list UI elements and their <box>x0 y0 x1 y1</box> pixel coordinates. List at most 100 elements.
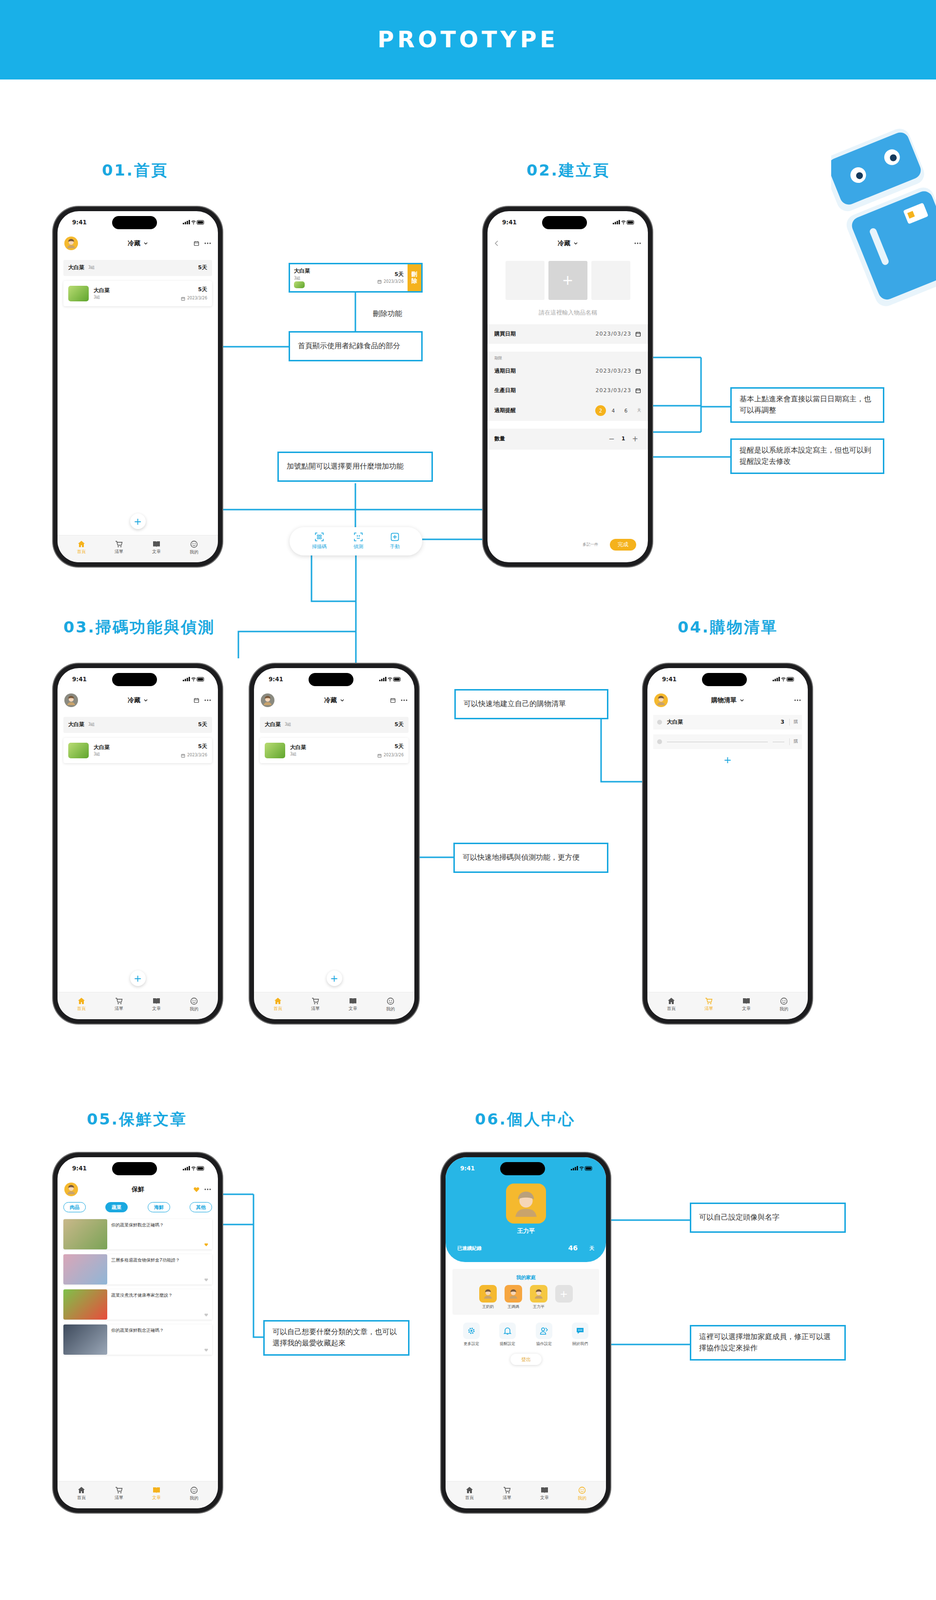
add-button[interactable]: + <box>130 970 146 986</box>
delete-button[interactable]: 刪除 <box>407 264 422 292</box>
date-field[interactable]: 生產日期2023/03/23 <box>487 380 648 401</box>
header-title[interactable]: 購物清單 <box>711 695 745 705</box>
article-card[interactable]: 三層多格週蔬食物保鮮盒7功能證？ <box>63 1253 213 1285</box>
header-title[interactable]: 冷藏 <box>324 695 345 705</box>
tab-item[interactable]: 清單 <box>114 1485 124 1502</box>
article-photo <box>63 1288 108 1320</box>
tab-item[interactable]: 文章 <box>152 540 161 556</box>
settings-item[interactable]: 提醒設定 <box>499 1322 516 1347</box>
buy-button[interactable]: 購 <box>789 738 802 745</box>
tab-item[interactable]: 清單 <box>704 996 714 1013</box>
date-field[interactable]: 過期日期2023/03/23 <box>487 361 648 381</box>
user-avatar[interactable] <box>260 693 275 707</box>
tab-item[interactable]: 我的 <box>189 1485 199 1502</box>
heart-icon[interactable] <box>204 1347 209 1352</box>
tab-item[interactable]: 清單 <box>502 1485 512 1502</box>
favorites-heart-icon[interactable] <box>193 1186 200 1192</box>
tab-item[interactable]: 首頁 <box>273 996 283 1013</box>
name-input-line[interactable] <box>666 741 768 742</box>
logout-button[interactable]: 登出 <box>510 1353 542 1365</box>
tab-item[interactable]: 我的 <box>577 1485 587 1502</box>
article-card[interactable]: 你的蔬菜保鮮觀念正確嗎？ <box>63 1324 213 1355</box>
row-checkbox[interactable] <box>657 739 663 744</box>
heart-icon[interactable] <box>204 1277 209 1282</box>
food-card[interactable]: 大白菜3組5天2023/3/26 <box>63 280 213 307</box>
add-photo-button[interactable]: + <box>548 260 588 300</box>
item-name-input[interactable] <box>487 307 648 318</box>
header-title[interactable]: 冷藏 <box>127 238 149 249</box>
category-pill[interactable]: 蔬菜 <box>105 1201 128 1212</box>
header-title[interactable]: 保鮮 <box>131 1184 145 1194</box>
add-member-button[interactable]: + <box>555 1284 573 1303</box>
category-pill[interactable]: 其他 <box>189 1201 213 1212</box>
heart-icon[interactable] <box>204 1242 209 1247</box>
quantity-input-line[interactable] <box>772 741 785 742</box>
section-title: 03.掃碼功能與偵測 <box>63 615 215 639</box>
family-member[interactable]: 王媽媽 <box>504 1284 523 1310</box>
tab-item[interactable]: 文章 <box>540 1485 549 1502</box>
reminder-option[interactable]: 6 <box>620 405 632 416</box>
profile-name[interactable]: 王力平 <box>445 1226 606 1235</box>
heart-icon[interactable] <box>204 1312 209 1317</box>
photo-slot[interactable] <box>591 260 631 300</box>
tab-item[interactable]: 清單 <box>311 996 320 1013</box>
tab-item[interactable]: 首頁 <box>77 996 86 1013</box>
increase-button[interactable]: + <box>628 433 642 445</box>
summary-row[interactable]: 大白菜3組5天 <box>259 716 409 733</box>
category-pill[interactable]: 海鮮 <box>147 1201 171 1212</box>
family-member[interactable]: 王奶奶 <box>479 1284 497 1310</box>
tab-item[interactable]: 首頁 <box>77 1485 86 1502</box>
user-avatar[interactable] <box>654 693 668 707</box>
tab-item[interactable]: 我的 <box>779 996 789 1013</box>
article-card[interactable]: 你的蔬菜保鮮觀念正確嗎？ <box>63 1218 213 1249</box>
add-another-button[interactable]: 多記一件 <box>582 541 599 548</box>
add-menu-item[interactable]: 偵測 <box>353 532 364 550</box>
tab-item[interactable]: 清單 <box>114 996 124 1013</box>
summary-row[interactable]: 大白菜3組5天 <box>63 259 213 276</box>
tab-item[interactable]: 文章 <box>152 1485 161 1502</box>
add-button[interactable]: + <box>326 970 343 986</box>
food-card[interactable]: 大白菜3組5天2023/3/26 <box>63 737 213 764</box>
add-button[interactable]: + <box>720 751 736 768</box>
buy-button[interactable]: 購 <box>789 718 802 726</box>
settings-item[interactable]: 協作設定 <box>535 1322 553 1347</box>
add-menu-item[interactable]: 手動 <box>390 532 400 550</box>
field-value[interactable]: 2023/03/23 <box>595 367 632 376</box>
tab-item[interactable]: 文章 <box>348 996 358 1013</box>
done-button[interactable]: 完成 <box>609 538 637 551</box>
user-avatar[interactable] <box>64 693 78 707</box>
header-title[interactable]: 冷藏 <box>557 238 579 249</box>
tab-item[interactable]: 文章 <box>741 996 751 1013</box>
family-member[interactable]: 王力平 <box>529 1284 548 1310</box>
reminder-option[interactable]: 4 <box>607 405 619 416</box>
user-avatar[interactable] <box>64 236 78 251</box>
header-title[interactable]: 冷藏 <box>127 695 149 705</box>
item-count: 3組 <box>93 751 110 758</box>
field-value[interactable]: 2023/03/23 <box>595 330 632 339</box>
tab-item[interactable]: 首頁 <box>666 996 676 1013</box>
food-card[interactable]: 大白菜3組5天2023/3/26 <box>259 737 409 764</box>
decrease-button[interactable]: − <box>605 433 618 445</box>
tab-item[interactable]: 文章 <box>152 996 161 1013</box>
add-menu-item[interactable]: 掃描碼 <box>312 532 327 550</box>
field-value[interactable]: 2023/03/23 <box>595 386 632 395</box>
user-avatar[interactable] <box>64 1182 78 1196</box>
cart-icon <box>503 1485 511 1494</box>
tab-item[interactable]: 我的 <box>189 996 199 1013</box>
row-checkbox[interactable] <box>657 719 663 725</box>
date-field[interactable]: 購買日期2023/03/23 <box>487 324 648 344</box>
photo-slot[interactable] <box>505 260 545 300</box>
tab-item[interactable]: 首頁 <box>77 540 86 556</box>
tab-item[interactable]: 我的 <box>386 996 395 1013</box>
tab-item[interactable]: 我的 <box>189 540 199 556</box>
settings-item[interactable]: 更多設定 <box>463 1322 480 1347</box>
profile-avatar[interactable] <box>506 1183 546 1224</box>
add-button[interactable]: + <box>130 513 146 529</box>
settings-item[interactable]: 關於我們 <box>571 1322 589 1347</box>
summary-row[interactable]: 大白菜3組5天 <box>63 716 213 733</box>
article-card[interactable]: 蔬菜沒煮洗才健康專家怎麼說？ <box>63 1288 213 1320</box>
tab-item[interactable]: 首頁 <box>465 1485 474 1502</box>
category-pill[interactable]: 肉品 <box>63 1201 86 1212</box>
tab-item[interactable]: 清單 <box>114 540 124 556</box>
reminder-option[interactable]: 2 <box>595 405 606 416</box>
